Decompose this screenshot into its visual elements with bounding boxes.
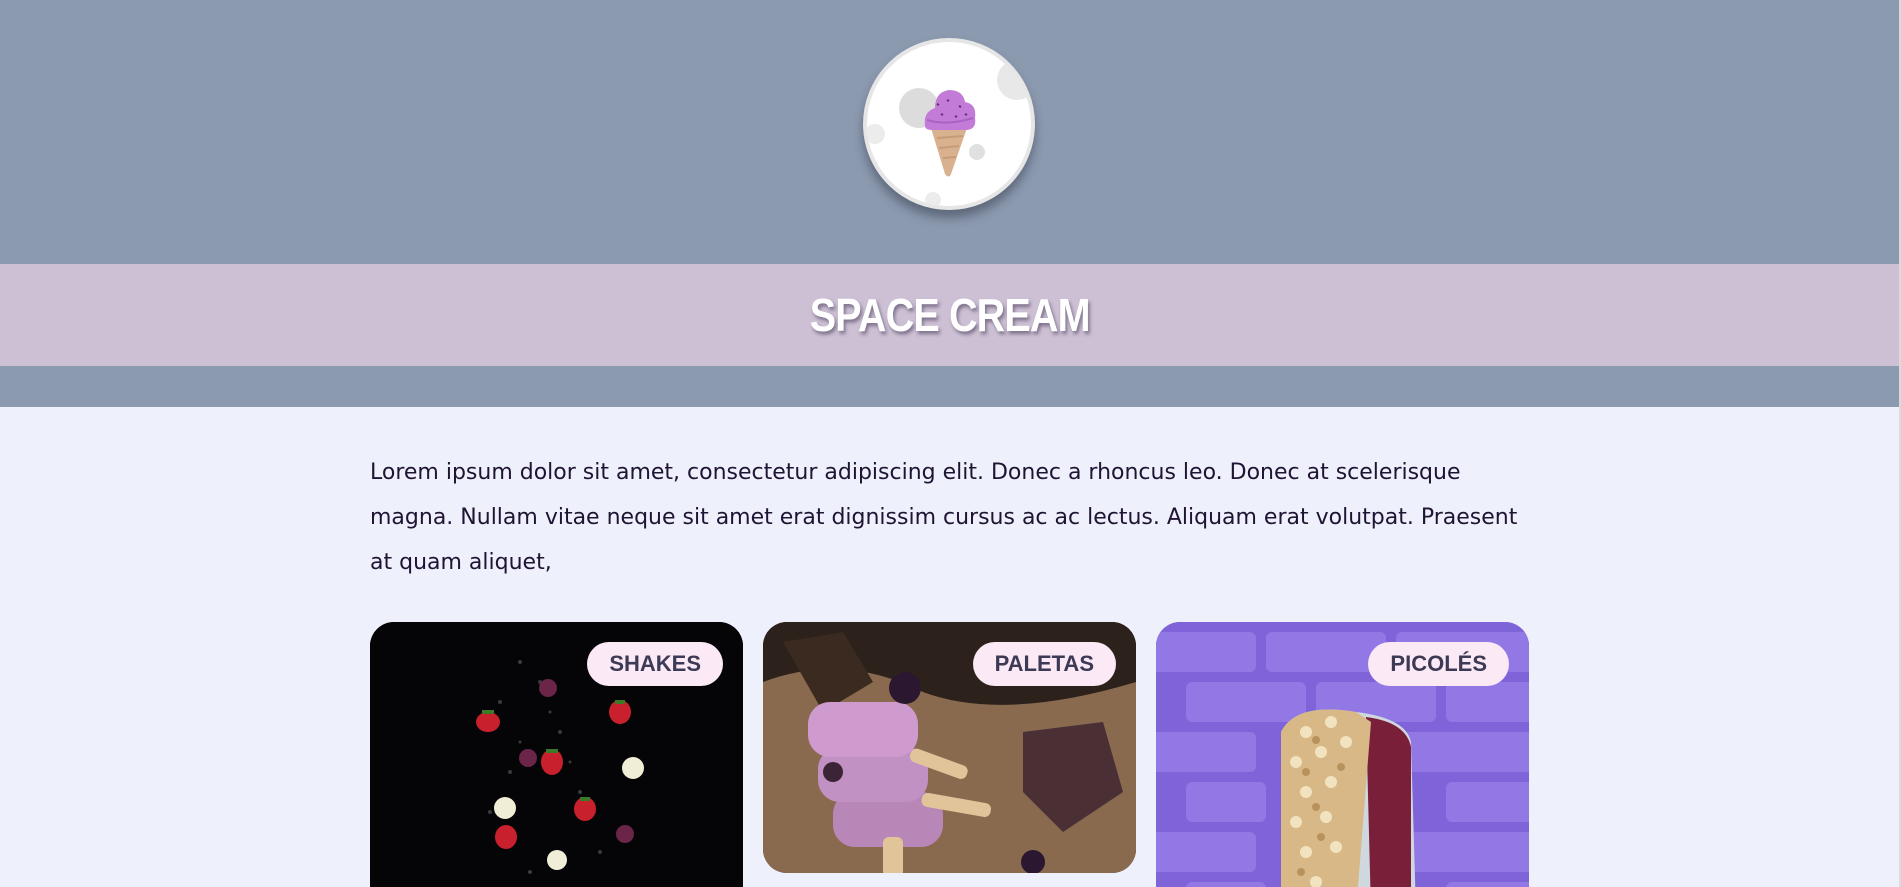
category-card-paletas[interactable]: PALETAS [763,622,1136,873]
category-card-picoles[interactable]: PICOLÉS [1156,622,1529,887]
page: SPACE CREAM Lorem ipsum dolor sit amet, … [0,0,1901,887]
title-band: SPACE CREAM [0,264,1899,366]
site-title: SPACE CREAM [809,289,1091,341]
category-card-shakes[interactable]: SHAKES [370,622,743,887]
site-header: SPACE CREAM [0,0,1899,407]
intro-paragraph: Lorem ipsum dolor sit amet, consectetur … [370,460,1518,575]
ice-cream-cone-icon [867,60,1031,206]
category-tag-picoles[interactable]: PICOLÉS [1368,642,1509,686]
category-tag-shakes[interactable]: SHAKES [587,642,723,686]
site-logo[interactable] [863,38,1035,210]
category-tag-paletas[interactable]: PALETAS [972,642,1116,686]
